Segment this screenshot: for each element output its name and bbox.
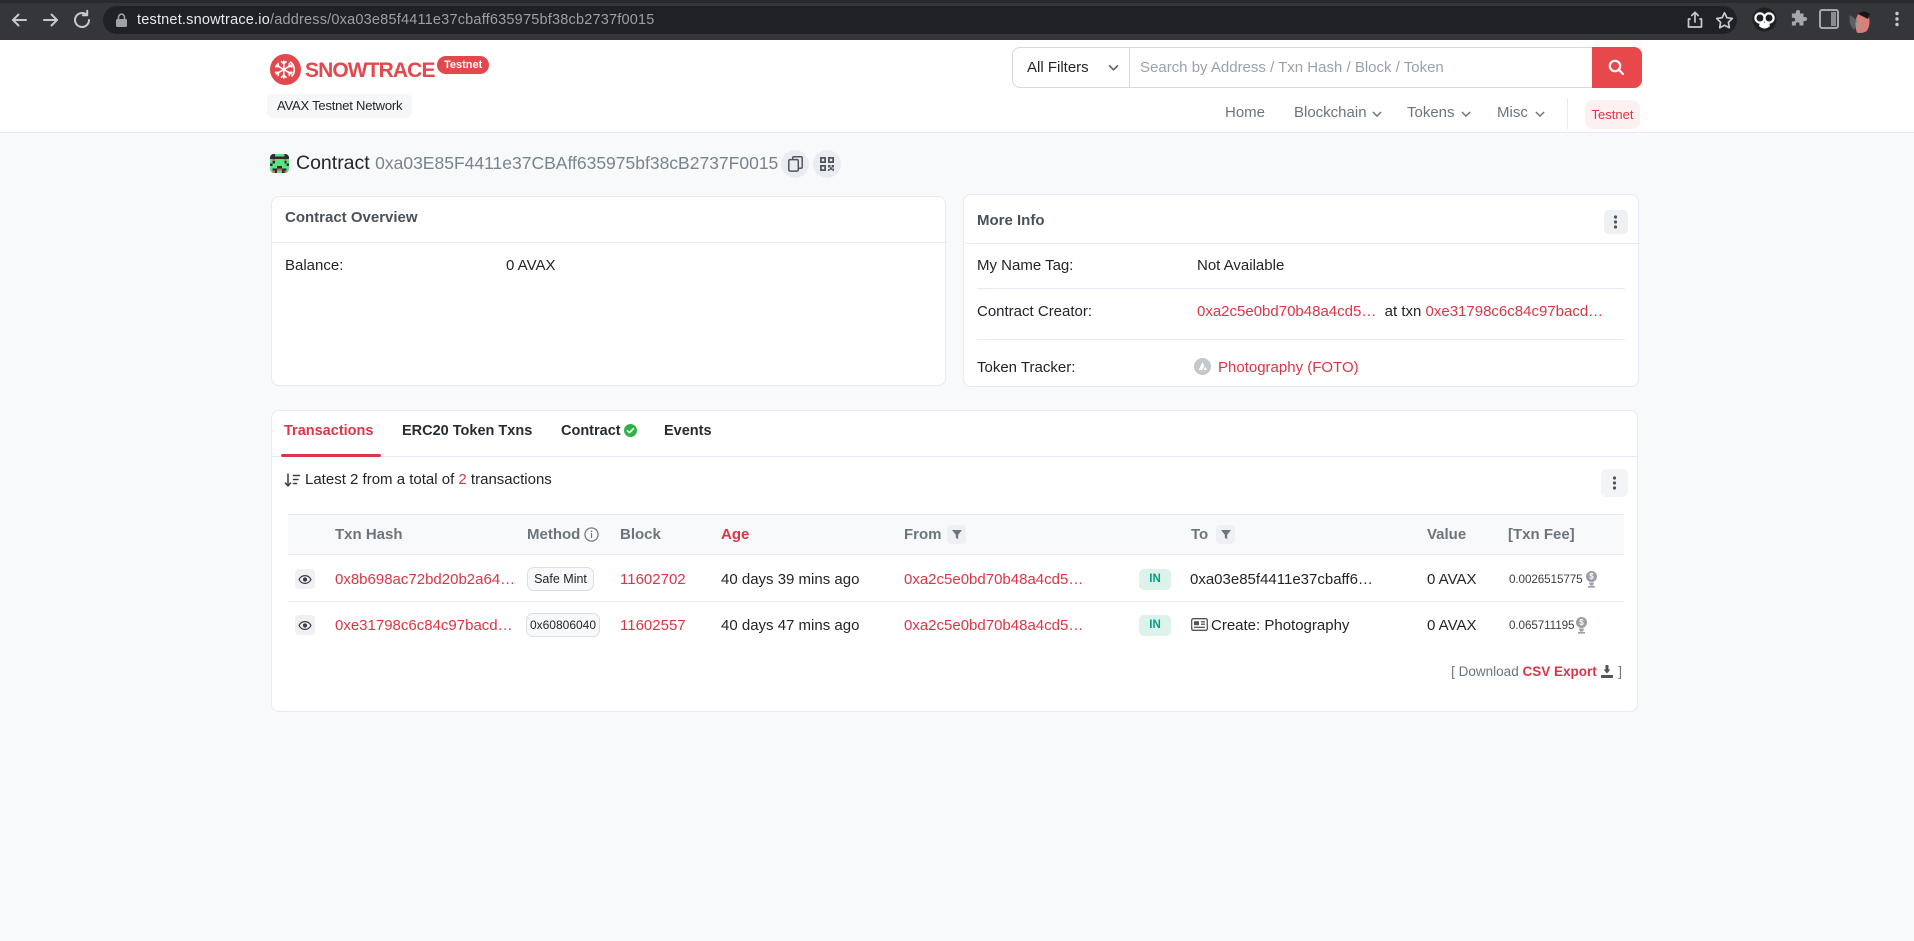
svg-text:$: $	[1579, 618, 1584, 627]
svg-text:$: $	[1589, 572, 1594, 581]
